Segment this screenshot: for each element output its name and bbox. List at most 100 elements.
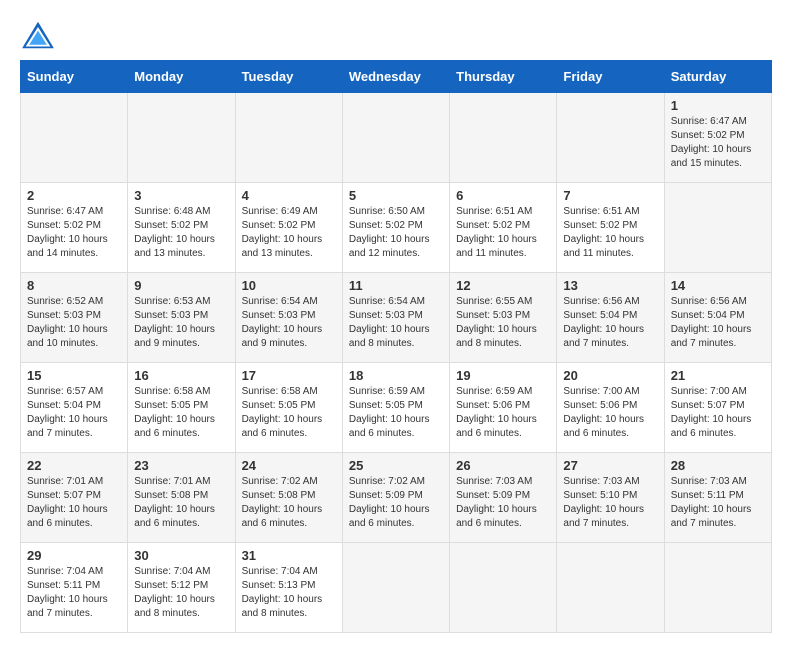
calendar-day-cell (664, 543, 771, 633)
day-number: 7 (563, 188, 657, 203)
day-info: Sunrise: 6:51 AMSunset: 5:02 PMDaylight:… (563, 205, 657, 261)
day-info: Sunrise: 7:04 AMSunset: 5:11 PMDaylight:… (27, 565, 121, 621)
calendar-day-cell (557, 93, 664, 183)
calendar-day-cell (235, 93, 342, 183)
calendar-week-row: 2 Sunrise: 6:47 AMSunset: 5:02 PMDaylight… (21, 183, 772, 273)
calendar-day-cell: 8 Sunrise: 6:52 AMSunset: 5:03 PMDaylight… (21, 273, 128, 363)
day-info: Sunrise: 7:03 AMSunset: 5:10 PMDaylight:… (563, 475, 657, 531)
calendar-week-row: 15 Sunrise: 6:57 AMSunset: 5:04 PMDayligh… (21, 363, 772, 453)
weekday-header: Thursday (450, 61, 557, 93)
calendar-week-row: 1Sunrise: 6:47 AMSunset: 5:02 PMDaylight… (21, 93, 772, 183)
day-number: 10 (242, 278, 336, 293)
weekday-header: Wednesday (342, 61, 449, 93)
day-number: 30 (134, 548, 228, 563)
day-number: 21 (671, 368, 765, 383)
calendar-day-cell: 27 Sunrise: 7:03 AMSunset: 5:10 PMDayligh… (557, 453, 664, 543)
calendar-day-cell: 19Sunrise: 6:59 AMSunset: 5:06 PMDayligh… (450, 363, 557, 453)
day-info: Sunrise: 6:52 AMSunset: 5:03 PMDaylight:… (27, 295, 121, 351)
day-info: Sunrise: 6:59 AMSunset: 5:05 PMDaylight:… (349, 385, 443, 441)
calendar-day-cell: 12Sunrise: 6:55 AMSunset: 5:03 PMDayligh… (450, 273, 557, 363)
calendar-day-cell: 5Sunrise: 6:50 AMSunset: 5:02 PMDaylight… (342, 183, 449, 273)
day-number: 19 (456, 368, 550, 383)
calendar-day-cell: 16 Sunrise: 6:58 AMSunset: 5:05 PMDayligh… (128, 363, 235, 453)
calendar-day-cell: 4 Sunrise: 6:49 AMSunset: 5:02 PMDaylight… (235, 183, 342, 273)
day-info: Sunrise: 7:01 AMSunset: 5:08 PMDaylight:… (134, 475, 228, 531)
day-number: 18 (349, 368, 443, 383)
day-info: Sunrise: 6:57 AMSunset: 5:04 PMDaylight:… (27, 385, 121, 441)
day-info: Sunrise: 7:00 AMSunset: 5:06 PMDaylight:… (563, 385, 657, 441)
calendar-day-cell: 7 Sunrise: 6:51 AMSunset: 5:02 PMDaylight… (557, 183, 664, 273)
calendar-day-cell (557, 543, 664, 633)
calendar-day-cell: 3 Sunrise: 6:48 AMSunset: 5:02 PMDaylight… (128, 183, 235, 273)
weekday-header: Friday (557, 61, 664, 93)
day-number: 22 (27, 458, 121, 473)
day-info: Sunrise: 7:00 AMSunset: 5:07 PMDaylight:… (671, 385, 765, 441)
day-number: 28 (671, 458, 765, 473)
day-number: 2 (27, 188, 121, 203)
calendar-day-cell: 1Sunrise: 6:47 AMSunset: 5:02 PMDaylight… (664, 93, 771, 183)
day-info: Sunrise: 6:58 AMSunset: 5:05 PMDaylight:… (242, 385, 336, 441)
calendar-day-cell: 31Sunrise: 7:04 AMSunset: 5:13 PMDayligh… (235, 543, 342, 633)
day-info: Sunrise: 6:56 AMSunset: 5:04 PMDaylight:… (671, 295, 765, 351)
day-number: 17 (242, 368, 336, 383)
calendar-day-cell: 14 Sunrise: 6:56 AMSunset: 5:04 PMDayligh… (664, 273, 771, 363)
day-info: Sunrise: 7:03 AMSunset: 5:11 PMDaylight:… (671, 475, 765, 531)
calendar-week-row: 22 Sunrise: 7:01 AMSunset: 5:07 PMDayligh… (21, 453, 772, 543)
day-number: 27 (563, 458, 657, 473)
day-number: 16 (134, 368, 228, 383)
logo-icon (20, 20, 56, 50)
calendar-day-cell: 28 Sunrise: 7:03 AMSunset: 5:11 PMDayligh… (664, 453, 771, 543)
calendar-day-cell: 20 Sunrise: 7:00 AMSunset: 5:06 PMDayligh… (557, 363, 664, 453)
calendar-day-cell: 17 Sunrise: 6:58 AMSunset: 5:05 PMDayligh… (235, 363, 342, 453)
day-number: 15 (27, 368, 121, 383)
day-number: 1 (671, 98, 765, 113)
weekday-header: Saturday (664, 61, 771, 93)
calendar-day-cell: 13 Sunrise: 6:56 AMSunset: 5:04 PMDayligh… (557, 273, 664, 363)
calendar-week-row: 8 Sunrise: 6:52 AMSunset: 5:03 PMDaylight… (21, 273, 772, 363)
day-number: 4 (242, 188, 336, 203)
day-number: 9 (134, 278, 228, 293)
day-number: 14 (671, 278, 765, 293)
calendar-day-cell: 15 Sunrise: 6:57 AMSunset: 5:04 PMDayligh… (21, 363, 128, 453)
logo (20, 20, 62, 50)
day-number: 25 (349, 458, 443, 473)
calendar-day-cell (342, 93, 449, 183)
day-number: 20 (563, 368, 657, 383)
day-info: Sunrise: 6:49 AMSunset: 5:02 PMDaylight:… (242, 205, 336, 261)
day-number: 8 (27, 278, 121, 293)
day-number: 23 (134, 458, 228, 473)
calendar-day-cell: 18 Sunrise: 6:59 AMSunset: 5:05 PMDayligh… (342, 363, 449, 453)
calendar-day-cell: 22 Sunrise: 7:01 AMSunset: 5:07 PMDayligh… (21, 453, 128, 543)
calendar-day-cell: 9Sunrise: 6:53 AMSunset: 5:03 PMDaylight… (128, 273, 235, 363)
calendar-day-cell (128, 93, 235, 183)
weekday-header: Tuesday (235, 61, 342, 93)
day-info: Sunrise: 7:04 AMSunset: 5:12 PMDaylight:… (134, 565, 228, 621)
day-info: Sunrise: 6:51 AMSunset: 5:02 PMDaylight:… (456, 205, 550, 261)
calendar-week-row: 29 Sunrise: 7:04 AMSunset: 5:11 PMDayligh… (21, 543, 772, 633)
page-header (20, 20, 772, 50)
header-row: SundayMondayTuesdayWednesdayThursdayFrid… (21, 61, 772, 93)
day-number: 29 (27, 548, 121, 563)
day-info: Sunrise: 6:58 AMSunset: 5:05 PMDaylight:… (134, 385, 228, 441)
calendar-day-cell: 26Sunrise: 7:03 AMSunset: 5:09 PMDayligh… (450, 453, 557, 543)
weekday-header: Sunday (21, 61, 128, 93)
day-number: 3 (134, 188, 228, 203)
day-number: 6 (456, 188, 550, 203)
calendar-day-cell (450, 543, 557, 633)
day-info: Sunrise: 6:56 AMSunset: 5:04 PMDaylight:… (563, 295, 657, 351)
calendar-day-cell (450, 93, 557, 183)
day-number: 26 (456, 458, 550, 473)
day-number: 5 (349, 188, 443, 203)
day-info: Sunrise: 6:47 AMSunset: 5:02 PMDaylight:… (27, 205, 121, 261)
day-info: Sunrise: 6:54 AMSunset: 5:03 PMDaylight:… (242, 295, 336, 351)
calendar-day-cell: 21 Sunrise: 7:00 AMSunset: 5:07 PMDayligh… (664, 363, 771, 453)
day-number: 13 (563, 278, 657, 293)
calendar-day-cell: 2 Sunrise: 6:47 AMSunset: 5:02 PMDaylight… (21, 183, 128, 273)
day-info: Sunrise: 7:01 AMSunset: 5:07 PMDaylight:… (27, 475, 121, 531)
calendar-day-cell: 6 Sunrise: 6:51 AMSunset: 5:02 PMDaylight… (450, 183, 557, 273)
day-info: Sunrise: 6:48 AMSunset: 5:02 PMDaylight:… (134, 205, 228, 261)
calendar-day-cell (664, 183, 771, 273)
calendar-day-cell: 30 Sunrise: 7:04 AMSunset: 5:12 PMDayligh… (128, 543, 235, 633)
day-number: 12 (456, 278, 550, 293)
day-info: Sunrise: 7:02 AMSunset: 5:09 PMDaylight:… (349, 475, 443, 531)
